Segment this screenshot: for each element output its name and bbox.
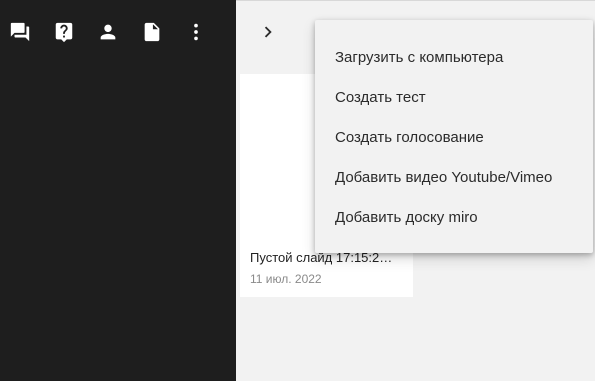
more-button[interactable]: [184, 20, 208, 44]
chat-icon: [9, 21, 31, 43]
help-button[interactable]: [52, 20, 76, 44]
person-icon: [97, 21, 119, 43]
toolbar: [0, 0, 236, 64]
menu-item-create-test[interactable]: Создать тест: [315, 77, 593, 117]
menu-item-add-video[interactable]: Добавить видео Youtube/Vimeo: [315, 157, 593, 197]
menu-item-create-poll[interactable]: Создать голосование: [315, 117, 593, 157]
slide-date: 11 июл. 2022: [250, 272, 322, 286]
menu-item-upload-from-computer[interactable]: Загрузить с компьютера: [315, 37, 593, 77]
add-content-menu: Загрузить с компьютера Создать тест Созд…: [315, 20, 593, 253]
chat-button[interactable]: [8, 20, 32, 44]
chevron-right-icon: [257, 21, 279, 48]
left-panel: [0, 0, 236, 381]
expand-button[interactable]: [256, 22, 280, 46]
menu-item-add-miro-board[interactable]: Добавить доску miro: [315, 197, 593, 237]
document-icon: [141, 21, 163, 43]
document-button[interactable]: [140, 20, 164, 44]
question-icon: [53, 21, 75, 43]
participants-button[interactable]: [96, 20, 120, 44]
more-vert-icon: [185, 21, 207, 43]
